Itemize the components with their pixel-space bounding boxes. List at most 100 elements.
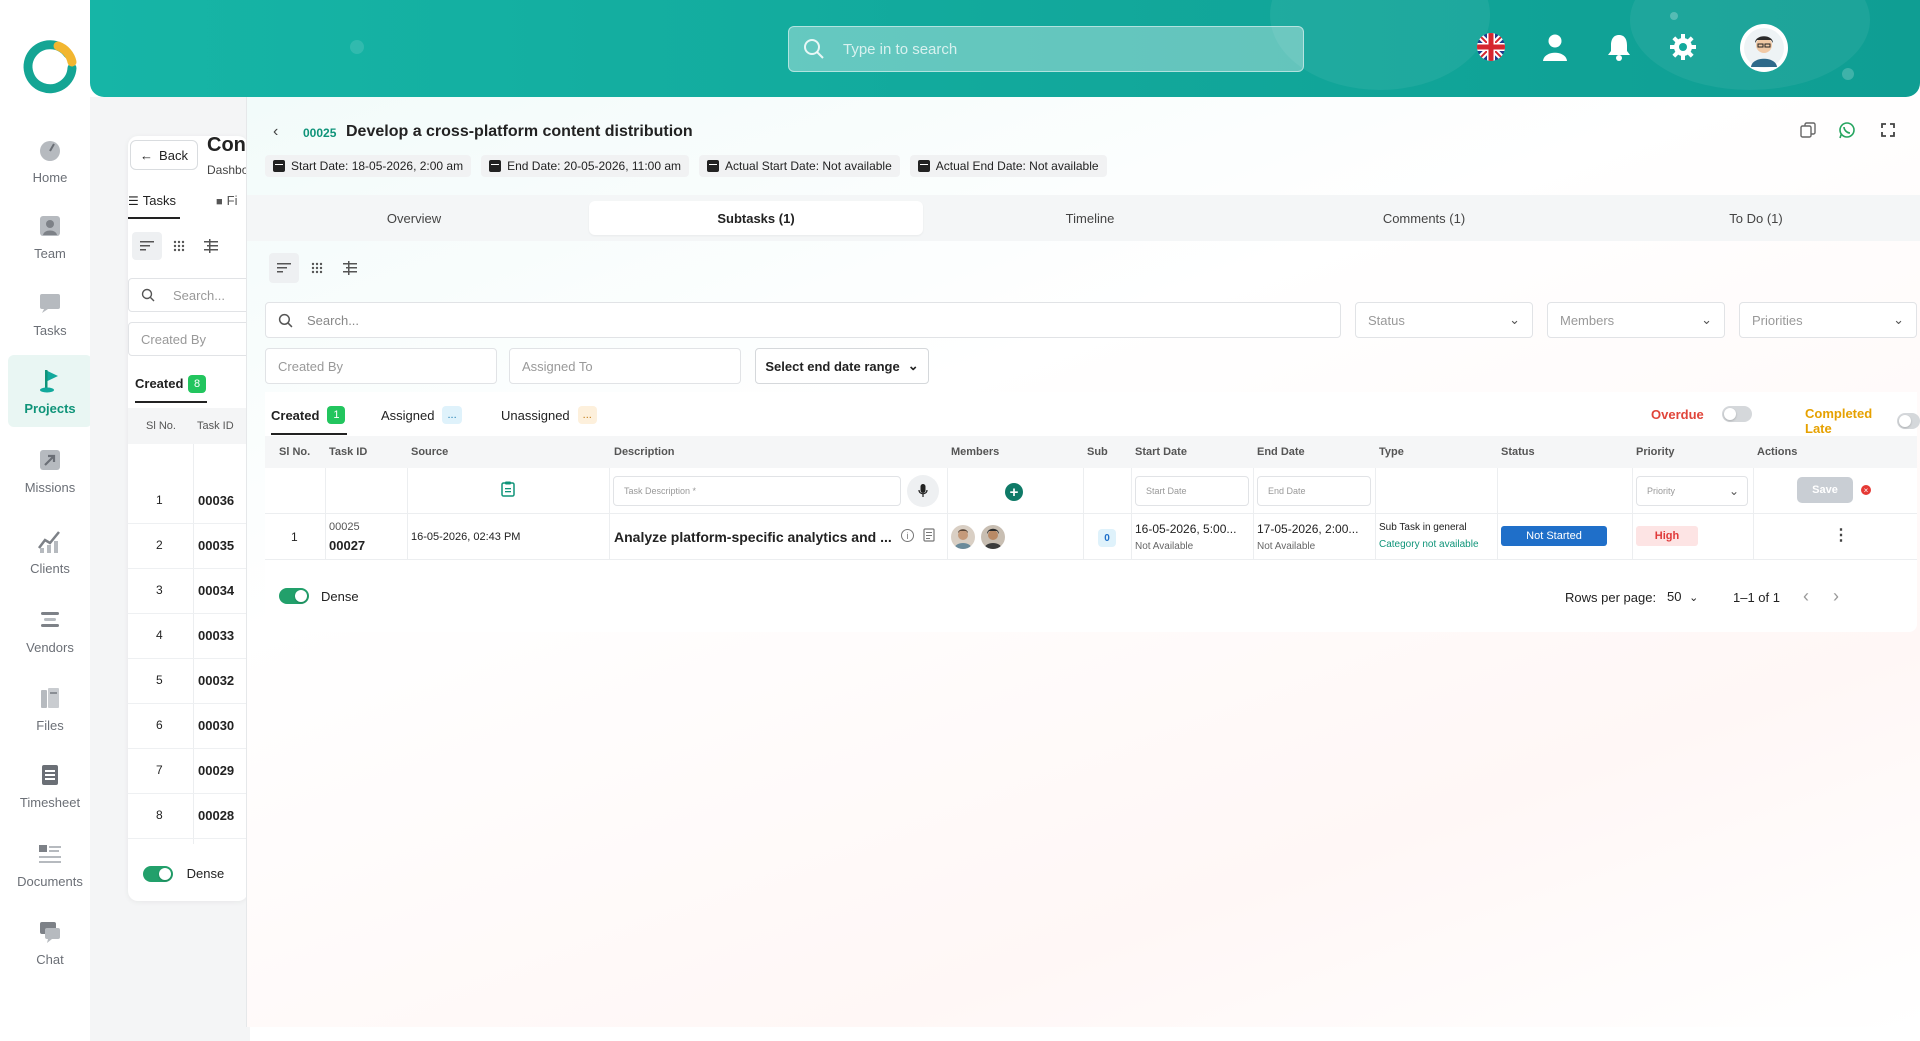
sidebar-item-vendors[interactable]: Vendors (8, 594, 92, 666)
row-task-id[interactable]: 00027 (329, 538, 365, 553)
tab-comments[interactable]: Comments (1) (1257, 201, 1591, 235)
sidebar-item-tasks[interactable]: Tasks (8, 277, 92, 349)
rows-per-page-select[interactable]: 50 ⌄ (1667, 589, 1698, 604)
sidebar-item-projects[interactable]: Projects (8, 355, 92, 427)
grid-view-button[interactable] (302, 253, 332, 283)
next-page-icon[interactable]: › (1833, 586, 1839, 607)
tab-subtasks[interactable]: Subtasks (1) (589, 201, 923, 235)
bg-created-by-field[interactable]: Created By (128, 322, 250, 356)
microphone-button[interactable] (907, 475, 939, 507)
prev-page-icon[interactable]: ‹ (1803, 586, 1809, 607)
unassigned-count-badge: ... (577, 406, 597, 424)
clipboard-icon[interactable] (501, 481, 515, 500)
tab-timeline[interactable]: Timeline (923, 201, 1257, 235)
table-row[interactable]: 3 00034 (128, 569, 250, 614)
sidebar-item-clients[interactable]: Clients (8, 515, 92, 587)
subtask-count-badge: 0 (1098, 529, 1116, 547)
member-avatar[interactable] (981, 525, 1005, 549)
bg-dense-toggle[interactable] (143, 865, 173, 882)
fullscreen-icon[interactable] (1877, 119, 1899, 141)
priority-placeholder: Priority (1647, 486, 1676, 496)
tab-assigned[interactable]: Assigned ... (381, 406, 462, 424)
end-date-input[interactable]: End Date (1257, 476, 1371, 506)
sidebar-item-home[interactable]: Home (8, 124, 92, 196)
column-divider (947, 514, 948, 560)
tab-tasks[interactable]: ☰ Tasks (128, 193, 176, 208)
back-button[interactable]: ← Back (130, 140, 198, 170)
status-filter[interactable]: Status ⌄ (1355, 302, 1533, 338)
calendar-icon (489, 160, 502, 172)
completed-late-toggle[interactable] (1897, 413, 1920, 429)
bg-created-count-badge: 8 (188, 375, 206, 393)
list-view-icon (140, 241, 154, 251)
tab-assigned-label: Assigned (381, 407, 435, 423)
created-by-filter[interactable]: Created By (265, 348, 497, 384)
sidebar-item-missions[interactable]: Missions (8, 434, 92, 506)
tab-unassigned[interactable]: Unassigned ... (501, 406, 597, 424)
whatsapp-icon[interactable] (1836, 119, 1858, 141)
priorities-filter[interactable]: Priorities ⌄ (1739, 302, 1917, 338)
global-search[interactable] (788, 26, 1304, 72)
global-search-input[interactable] (843, 40, 1263, 58)
subtask-search[interactable] (265, 302, 1341, 338)
assigned-to-filter[interactable]: Assigned To (509, 348, 741, 384)
tab-created[interactable]: Created 1 (271, 406, 346, 424)
sidebar-item-label: Timesheet (19, 794, 81, 810)
app-logo[interactable] (22, 38, 78, 94)
table-row[interactable]: 8 00028 (128, 794, 250, 839)
task-description-input[interactable]: Task Description * (613, 476, 901, 506)
copy-icon[interactable] (1797, 119, 1819, 141)
subtask-search-input[interactable] (307, 312, 1207, 328)
bg-tab-created[interactable]: Created (135, 376, 183, 391)
overdue-toggle[interactable] (1721, 406, 1752, 422)
sidebar-item-timesheet[interactable]: Timesheet (8, 749, 92, 821)
gantt-view-button[interactable] (335, 253, 365, 283)
tab-overview[interactable]: Overview (247, 201, 581, 235)
uk-flag-icon[interactable] (1474, 30, 1508, 64)
sidebar-item-files[interactable]: Files (8, 672, 92, 744)
new-subtask-row: Task Description * + Start Date End Date… (265, 468, 1917, 514)
sidebar-item-chat[interactable]: Chat (8, 906, 92, 978)
sidebar-item-label: Team (34, 245, 66, 261)
more-vertical-icon[interactable]: ⋮ (1833, 525, 1849, 545)
bell-icon[interactable] (1602, 30, 1636, 64)
actual-start-date-chip: Actual Start Date: Not available (699, 155, 900, 177)
table-row[interactable]: 4 00033 (128, 614, 250, 659)
table-row[interactable]: 1 00036 (128, 479, 250, 524)
table-row[interactable]: 1 00025 00027 16-05-2026, 02:43 PM Analy… (265, 514, 1917, 560)
list-view-button[interactable] (269, 253, 299, 283)
gear-icon[interactable] (1666, 30, 1700, 64)
table-row[interactable]: 2 00035 (128, 524, 250, 569)
member-avatar[interactable] (951, 525, 975, 549)
add-member-icon[interactable]: + (1005, 483, 1023, 501)
priority-select[interactable]: Priority ⌄ (1636, 476, 1748, 506)
sidebar-item-documents[interactable]: Documents (8, 828, 92, 900)
info-icon[interactable]: i (901, 529, 914, 542)
row-description[interactable]: Analyze platform-specific analytics and … (614, 529, 892, 545)
list-view-button[interactable] (132, 232, 162, 260)
chevron-left-icon[interactable]: ‹ (273, 123, 278, 141)
user-icon[interactable] (1538, 30, 1572, 64)
tab-todo[interactable]: To Do (1) (1591, 201, 1920, 235)
table-row[interactable]: 5 00032 (128, 659, 250, 704)
start-date-input[interactable]: Start Date (1135, 476, 1249, 506)
status-badge[interactable]: Not Started (1501, 526, 1607, 546)
dense-toggle[interactable] (279, 588, 309, 604)
end-date-range-button[interactable]: Select end date range ⌄ (755, 348, 929, 384)
profile-avatar[interactable] (1740, 24, 1788, 72)
table-row[interactable]: 7 00029 (128, 749, 250, 794)
save-button[interactable]: Save (1797, 477, 1853, 503)
table-row[interactable]: 6 00030 (128, 704, 250, 749)
cancel-icon[interactable]: × (1861, 485, 1871, 495)
grid-view-button[interactable] (164, 232, 194, 260)
bg-dense-label: Dense (186, 866, 225, 882)
description-doc-icon[interactable] (923, 528, 935, 545)
calendar-icon (917, 160, 930, 172)
gantt-view-button[interactable] (196, 232, 226, 260)
members-filter[interactable]: Members ⌄ (1547, 302, 1725, 338)
priority-badge[interactable]: High (1636, 526, 1698, 546)
row-category[interactable]: Category not available (1379, 539, 1479, 550)
tab-files[interactable]: ■ Fi (216, 193, 238, 208)
sidebar-item-team[interactable]: Team (8, 200, 92, 272)
bg-search-input[interactable]: Search... (128, 278, 250, 312)
